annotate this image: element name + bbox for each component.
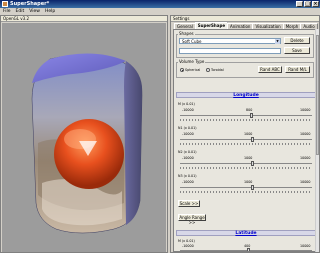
- slider-ticks: [180, 191, 312, 193]
- slider-label: N1 (x 0.01): [178, 126, 197, 130]
- save-button[interactable]: Save: [284, 47, 310, 54]
- shapes-group-label: Shapes: [178, 31, 195, 36]
- slider-label: N3 (x 0.01): [178, 174, 197, 178]
- slider-min: -10000: [182, 156, 194, 160]
- toroidal-radio[interactable]: [206, 68, 210, 72]
- slider-max: 10000: [300, 244, 311, 248]
- menu-edit[interactable]: Edit: [16, 8, 25, 15]
- minimize-button[interactable]: _: [296, 1, 303, 7]
- slider-max: 10000: [300, 132, 311, 136]
- slider-value: 1000: [244, 156, 253, 160]
- slider-track: [180, 250, 312, 251]
- scrollbar-thumb[interactable]: [316, 35, 319, 155]
- slider-track: [180, 163, 312, 164]
- maximize-button[interactable]: □: [304, 1, 311, 7]
- slider-min: -10000: [182, 180, 194, 184]
- spherical-label: Spherical: [185, 68, 201, 72]
- slider-value: 1000: [244, 180, 253, 184]
- slider-value: 1000: [244, 132, 253, 136]
- slider-thumb[interactable]: [251, 185, 255, 190]
- slider-thumb[interactable]: [249, 113, 253, 118]
- latitude-header[interactable]: Latitude: [176, 230, 316, 236]
- settings-panel: Settings General SuperShape Animation Vi…: [170, 15, 320, 253]
- scale-button[interactable]: Scale >>: [178, 200, 200, 207]
- slider-value: 800: [246, 108, 253, 112]
- slider-max: 10000: [300, 156, 311, 160]
- shape-select[interactable]: Soft Cube ▼: [179, 38, 281, 44]
- slider-min: -10000: [182, 108, 194, 112]
- rand-ml-button[interactable]: Rand M/L: [285, 66, 310, 73]
- shape-name-input[interactable]: [179, 48, 281, 54]
- shape-select-value: Soft Cube: [182, 39, 202, 44]
- menu-file[interactable]: File: [3, 8, 11, 15]
- slider-label: N2 (x 0.01): [178, 150, 197, 154]
- menubar: File Edit View Help: [0, 8, 320, 15]
- slider-ticks: [180, 143, 312, 145]
- window-title: SuperShaper*: [10, 1, 50, 7]
- spherical-radio[interactable]: [180, 68, 184, 72]
- opengl-canvas[interactable]: [2, 23, 166, 252]
- toroidal-label: Toroidal: [211, 68, 224, 72]
- slider-track: [180, 139, 312, 140]
- rand-abc-button[interactable]: Rand ABC: [258, 66, 282, 73]
- chevron-down-icon: ▼: [275, 39, 280, 44]
- opengl-viewport-window: OpenGL v3.2: [0, 15, 168, 253]
- slider-ticks: [180, 167, 312, 169]
- slider-label: M (x 0.01): [178, 239, 195, 243]
- slider-max: 10000: [300, 180, 311, 184]
- menu-view[interactable]: View: [29, 8, 40, 15]
- slider-thumb[interactable]: [247, 248, 251, 251]
- supershape-render: [31, 53, 143, 234]
- longitude-header[interactable]: Longitude: [176, 92, 316, 98]
- settings-scrollbar[interactable]: [315, 29, 319, 252]
- slider-thumb[interactable]: [251, 161, 255, 166]
- window-titlebar: SuperShaper* _ □ ×: [0, 0, 320, 8]
- delete-button[interactable]: Delete: [284, 37, 310, 44]
- slider-max: 10000: [300, 108, 311, 112]
- close-button[interactable]: ×: [312, 1, 319, 7]
- settings-title: Settings: [171, 16, 319, 22]
- viewport-title: OpenGL v3.2: [1, 16, 167, 22]
- menu-help[interactable]: Help: [45, 8, 55, 15]
- supershape-tab-content: Shapes Soft Cube ▼ Delete Save Volume Ty…: [173, 29, 318, 252]
- slider-ticks: [180, 119, 312, 121]
- slider-thumb[interactable]: [251, 137, 255, 142]
- app-icon: [2, 1, 8, 7]
- tab-supershape[interactable]: SuperShape: [194, 22, 229, 29]
- volume-type-label: Volume Type: [178, 59, 206, 64]
- slider-track: [180, 115, 312, 116]
- angle-range-button[interactable]: Angle Range >>: [178, 214, 206, 225]
- slider-min: -10000: [182, 244, 194, 248]
- slider-min: -10000: [182, 132, 194, 136]
- slider-track: [180, 187, 312, 188]
- slider-label: M (x 0.01): [178, 102, 195, 106]
